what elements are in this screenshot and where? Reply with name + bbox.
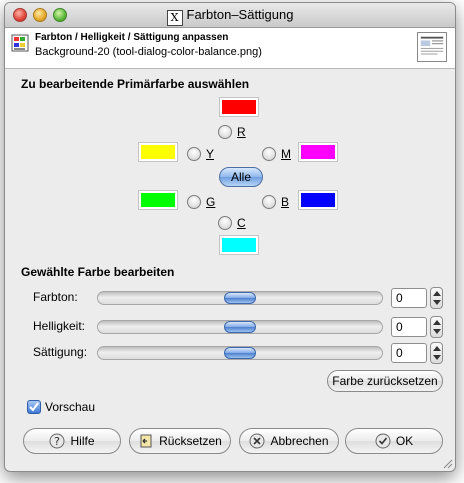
hue-value-input[interactable]: 0 — [391, 288, 427, 308]
stepper-up-icon[interactable] — [433, 291, 441, 296]
window-title-wrap: X Farbton–Sättigung — [5, 3, 455, 27]
radio-label-magenta: M — [281, 147, 291, 161]
lightness-stepper[interactable] — [430, 316, 443, 338]
radio-option-cyan[interactable]: C — [218, 215, 246, 231]
stepper-up-icon[interactable] — [433, 320, 441, 325]
stepper-down-icon[interactable] — [433, 329, 441, 334]
lightness-slider-track[interactable] — [97, 320, 383, 334]
header-title: Farbton / Helligkeit / Sättigung anpasse… — [35, 32, 229, 43]
cancel-icon — [249, 433, 265, 449]
ok-button-label: OK — [395, 434, 414, 448]
help-icon: ? — [49, 433, 65, 449]
svg-text:?: ? — [55, 435, 61, 448]
image-thumbnail-icon — [417, 32, 447, 62]
radio-green[interactable] — [187, 195, 201, 209]
radio-option-blue[interactable]: B — [262, 194, 289, 210]
header-subtitle: Background-20 (tool-dialog-color-balance… — [35, 46, 262, 58]
edit-color-section-title: Gewählte Farbe bearbeiten — [21, 265, 175, 279]
reset-button-label: Rücksetzen — [159, 434, 222, 448]
radio-label-yellow: Y — [206, 147, 215, 161]
swatch-blue — [298, 190, 338, 210]
hue-saturation-tool-icon — [11, 34, 29, 52]
swatch-yellow — [138, 142, 178, 162]
all-colors-toggle-button[interactable]: Alle — [219, 167, 263, 187]
radio-option-yellow[interactable]: Y — [187, 146, 214, 162]
resize-grip-icon[interactable] — [441, 457, 453, 469]
cancel-button-label: Abbrechen — [270, 434, 329, 448]
preview-checkbox[interactable] — [27, 400, 41, 414]
radio-option-red[interactable]: R — [218, 124, 246, 140]
swatch-green — [138, 190, 178, 210]
radio-label-red: R — [237, 125, 246, 139]
hue-slider-thumb[interactable] — [224, 292, 256, 304]
help-button[interactable]: ? Hilfe — [23, 428, 121, 454]
swatch-magenta — [298, 142, 338, 162]
ok-button[interactable]: OK — [345, 428, 443, 454]
swatch-red — [219, 97, 259, 117]
saturation-stepper[interactable] — [430, 342, 443, 364]
radio-label-green: G — [206, 195, 216, 209]
stepper-up-icon[interactable] — [433, 346, 441, 351]
radio-option-magenta[interactable]: M — [262, 146, 291, 162]
reset-color-button[interactable]: Farbe zurücksetzen — [327, 370, 443, 392]
x11-app-icon: X — [166, 10, 183, 26]
hue-slider-track[interactable] — [97, 291, 383, 305]
radio-label-cyan: C — [237, 216, 246, 230]
saturation-value-input[interactable]: 0 — [391, 343, 427, 363]
checkmark-icon — [29, 402, 39, 412]
primary-color-section-title: Zu bearbeitende Primärfarbe auswählen — [21, 77, 250, 91]
reset-button[interactable]: Rücksetzen — [129, 428, 231, 454]
dialog-window: X Farbton–Sättigung Farbton / Helligkeit … — [4, 2, 456, 472]
swatch-cyan — [219, 235, 259, 255]
window-title: Farbton–Sättigung — [186, 7, 294, 22]
radio-blue[interactable] — [262, 195, 276, 209]
radio-option-green[interactable]: G — [187, 194, 215, 210]
preview-label: Vorschau — [45, 400, 96, 414]
saturation-label: Sättigung: — [33, 345, 88, 359]
radio-cyan[interactable] — [218, 216, 232, 230]
radio-red[interactable] — [218, 125, 232, 139]
title-bar[interactable]: X Farbton–Sättigung — [5, 3, 455, 28]
radio-label-blue: B — [281, 195, 290, 209]
dialog-header: Farbton / Helligkeit / Sättigung anpasse… — [5, 28, 455, 69]
stepper-down-icon[interactable] — [433, 300, 441, 305]
hue-label: Farbton: — [33, 290, 78, 304]
hue-stepper[interactable] — [430, 287, 443, 309]
radio-magenta[interactable] — [262, 147, 276, 161]
cancel-button[interactable]: Abbrechen — [239, 428, 339, 454]
reset-icon — [140, 434, 152, 448]
radio-yellow[interactable] — [187, 147, 201, 161]
help-button-label: Hilfe — [70, 434, 95, 448]
lightness-slider-thumb[interactable] — [224, 321, 256, 333]
saturation-slider-track[interactable] — [97, 346, 383, 360]
lightness-label: Helligkeit: — [33, 319, 86, 333]
stepper-down-icon[interactable] — [433, 355, 441, 360]
ok-check-icon — [375, 433, 391, 449]
saturation-slider-thumb[interactable] — [224, 347, 256, 359]
lightness-value-input[interactable]: 0 — [391, 317, 427, 337]
